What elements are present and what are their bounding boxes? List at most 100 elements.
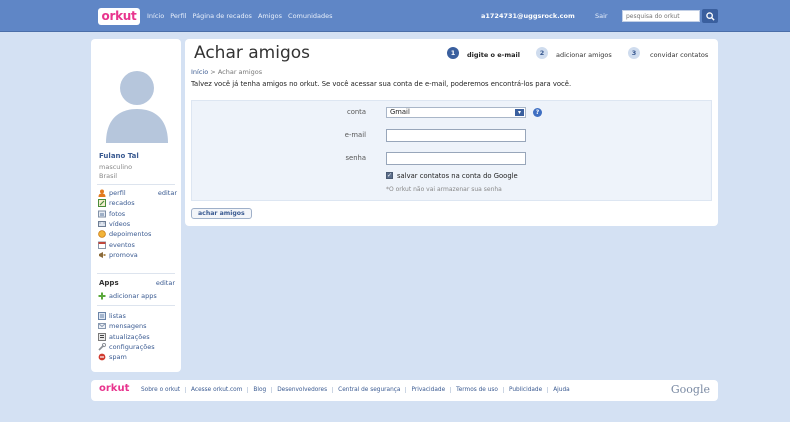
apps-heading: Apps [99,279,119,287]
nav-inicio[interactable]: Início [147,12,164,20]
orkut-logo[interactable]: orkut [98,8,140,25]
sidebar-item-fotos[interactable]: fotos [97,209,177,219]
step-3-indicator: 3 [628,47,640,59]
sidebar-item-spam[interactable]: spam [97,352,177,362]
spam-icon [97,353,106,361]
photos-icon [97,210,106,218]
chevron-down-icon: ▾ [515,109,524,116]
footer-link-seguranca[interactable]: Central de segurança [332,387,405,393]
sidebar-item-label: atualizações [109,332,150,341]
profile-name[interactable]: Fulano Tal [99,152,139,160]
top-bar: orkut Início Perfil Página de recados Am… [0,0,790,32]
sidebar-item-label: recados [109,199,135,208]
sidebar-item-atualizacoes[interactable]: atualizações [97,332,177,342]
sidebar-item-label: adicionar apps [109,292,157,301]
sidebar-item-label: depoimentos [109,230,152,239]
footer-link-publicidade[interactable]: Publicidade [502,387,547,393]
user-email: a1724731@uggsrock.com [481,12,575,20]
footer-link-desenvolvedores[interactable]: Desenvolvedores [271,387,332,393]
footer-link-sobre[interactable]: Sobre o orkut [136,387,185,393]
top-nav: Início Perfil Página de recados Amigos C… [147,12,333,20]
logout-link[interactable]: Sair [595,12,608,20]
events-icon [97,241,106,249]
footer-orkut-logo[interactable]: orkut [99,383,129,394]
nav-comunidades[interactable]: Comunidades [288,12,333,20]
videos-icon [97,220,106,228]
avatar[interactable] [106,63,168,143]
lists-icon [97,312,106,321]
sidebar-item-mensagens[interactable]: mensagens [97,321,177,331]
sidebar-item-depoimentos[interactable]: depoimentos [97,229,177,239]
find-friends-button[interactable]: achar amigos [191,208,252,219]
wizard-steps: 1 digite o e-mail 2 adicionar amigos 3 c… [185,47,718,65]
step-3-label: convidar contatos [650,51,709,59]
nav-recados[interactable]: Página de recados [192,12,251,20]
profile-icon [97,189,106,198]
sidebar-item-eventos[interactable]: eventos [97,239,177,249]
sidebar-item-label: spam [109,353,127,362]
breadcrumb-home[interactable]: Início [191,68,208,76]
sidebar-item-perfil[interactable]: perfil editar [97,188,177,198]
scraps-icon [97,199,106,208]
settings-icon [97,343,106,351]
sidebar-item-label: configurações [109,343,155,352]
step-1-indicator: 1 [447,47,459,59]
footer: orkut Sobre o orkut Acesse orkut.com Blo… [91,380,718,401]
find-friends-card: Achar amigos 1 digite o e-mail 2 adicion… [185,39,718,226]
sidebar-item-label: fotos [109,209,126,218]
messages-icon [97,322,106,330]
sidebar-item-label: mensagens [109,322,147,331]
magnifier-icon [705,11,715,21]
save-contacts-checkbox[interactable]: ✓ [386,172,393,179]
promote-icon [97,251,106,259]
password-note: *O orkut não vai armazenar sua senha [386,186,502,193]
edit-apps-link[interactable]: editar [156,279,175,287]
sidebar-item-label: perfil [109,189,126,198]
account-select-value: Gmail [390,108,410,116]
email-form: conta Gmail ▾ ? e-mail senha ✓ salvar co… [191,100,712,201]
sidebar-item-videos[interactable]: vídeos [97,219,177,229]
sidebar-item-label: listas [109,312,126,321]
search-button[interactable] [702,9,718,23]
password-label: senha [345,154,366,162]
footer-links: Sobre o orkut Acesse orkut.com Blog Dese… [136,387,575,393]
sidebar-item-label: eventos [109,240,135,249]
account-select[interactable]: Gmail ▾ [386,107,526,118]
sidebar-item-listas[interactable]: listas [97,311,177,321]
sidebar-item-label: vídeos [109,220,131,229]
divider [97,184,175,185]
search-input[interactable] [622,10,700,22]
footer-link-privacidade[interactable]: Privacidade [405,387,450,393]
footer-link-ajuda[interactable]: Ajuda [547,387,574,393]
nav-perfil[interactable]: Perfil [170,12,186,20]
sidebar-item-configuracoes[interactable]: configurações [97,342,177,352]
add-apps-icon [97,292,106,300]
footer-link-termos[interactable]: Termos de uso [450,387,503,393]
breadcrumb-current: Achar amigos [217,68,263,76]
testimonials-icon [97,230,106,239]
intro-text: Talvez você já tenha amigos no orkut. Se… [191,80,572,88]
apps-nav: adicionar apps [97,291,177,301]
edit-profile-link[interactable]: editar [158,189,177,197]
profile-country: Brasil [99,172,118,180]
divider [97,305,175,306]
email-field[interactable] [386,129,526,142]
google-logo[interactable]: Google [671,383,710,396]
sidebar-item-label: promova [109,250,138,259]
sidebar-item-add-apps[interactable]: adicionar apps [97,291,177,301]
nav-amigos[interactable]: Amigos [258,12,282,20]
footer-link-acesse[interactable]: Acesse orkut.com [185,387,247,393]
help-icon[interactable]: ? [533,108,542,117]
sidebar-item-recados[interactable]: recados [97,198,177,208]
breadcrumb-separator: > [210,68,216,76]
left-sidebar: Fulano Tal masculino Brasil perfil edita… [91,39,181,372]
step-1-label: digite o e-mail [467,51,520,59]
sidebar-item-promova[interactable]: promova [97,250,177,260]
footer-link-blog[interactable]: Blog [247,387,271,393]
email-label: e-mail [344,131,366,139]
tools-nav: listas mensagens atualizações configuraç… [97,311,177,362]
profile-nav: perfil editar recados fotos vídeos depoi… [97,188,177,260]
updates-icon [97,332,106,341]
password-field[interactable] [386,152,526,165]
account-label: conta [346,108,366,116]
